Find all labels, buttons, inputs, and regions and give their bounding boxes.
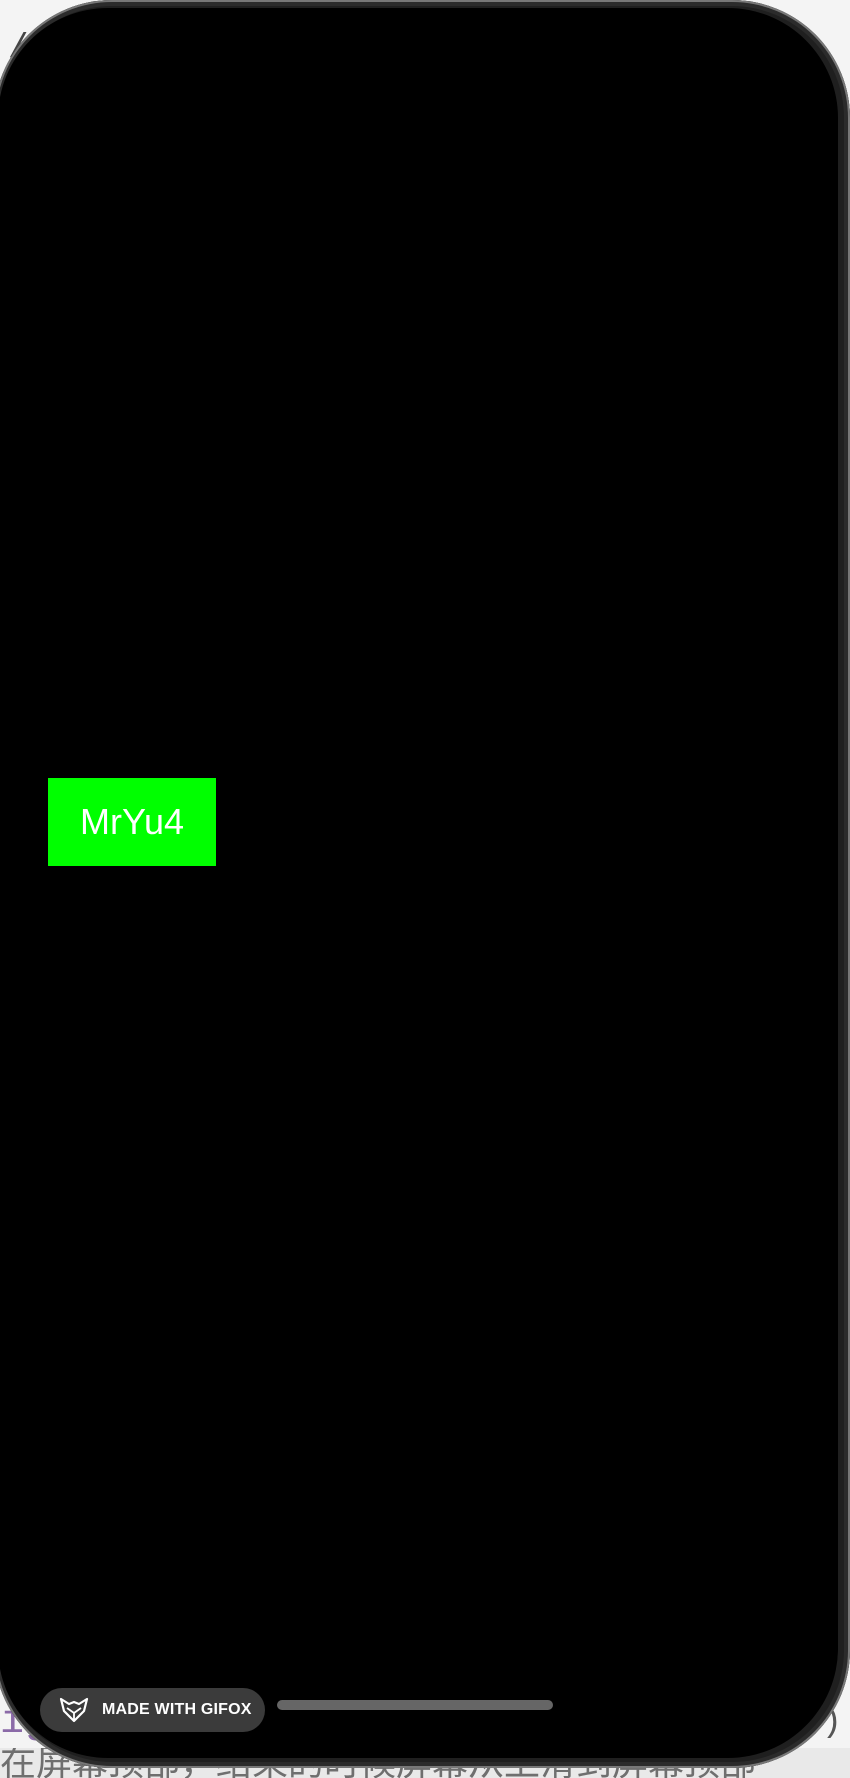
mryu4-button[interactable]: MrYu4 [48,778,216,866]
gifox-badge: MADE WITH GIFOX [40,1688,265,1732]
home-indicator[interactable] [277,1700,553,1710]
gifox-label: MADE WITH GIFOX [102,1701,252,1718]
phone-screen: MrYu4 [0,8,838,1758]
phone-frame: MrYu4 [0,0,850,1768]
fox-icon [59,1697,89,1723]
